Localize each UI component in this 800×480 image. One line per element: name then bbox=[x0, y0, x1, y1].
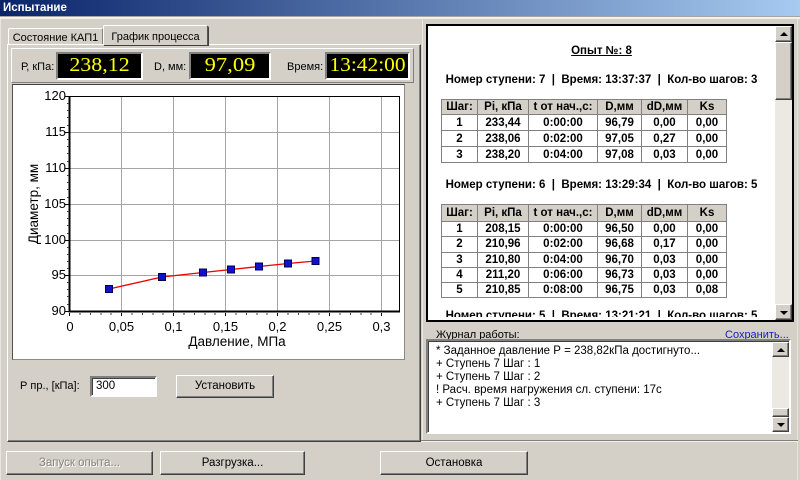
svg-text:0,25: 0,25 bbox=[317, 319, 342, 334]
svg-text:0,2: 0,2 bbox=[268, 319, 286, 334]
svg-text:0,05: 0,05 bbox=[109, 319, 134, 334]
svg-text:120: 120 bbox=[44, 88, 66, 103]
svg-text:115: 115 bbox=[45, 124, 66, 139]
svg-text:100: 100 bbox=[44, 232, 66, 247]
svg-text:0,15: 0,15 bbox=[213, 319, 238, 334]
svg-text:110: 110 bbox=[45, 160, 66, 175]
svg-text:0: 0 bbox=[66, 319, 73, 334]
svg-text:95: 95 bbox=[52, 267, 66, 282]
svg-text:0,3: 0,3 bbox=[372, 319, 390, 334]
svg-text:Давление, МПа: Давление, МПа bbox=[188, 334, 286, 349]
svg-text:90: 90 bbox=[52, 303, 66, 318]
svg-text:Диаметр, мм: Диаметр, мм bbox=[26, 164, 41, 244]
svg-text:0,1: 0,1 bbox=[164, 319, 182, 334]
svg-text:105: 105 bbox=[44, 196, 66, 211]
